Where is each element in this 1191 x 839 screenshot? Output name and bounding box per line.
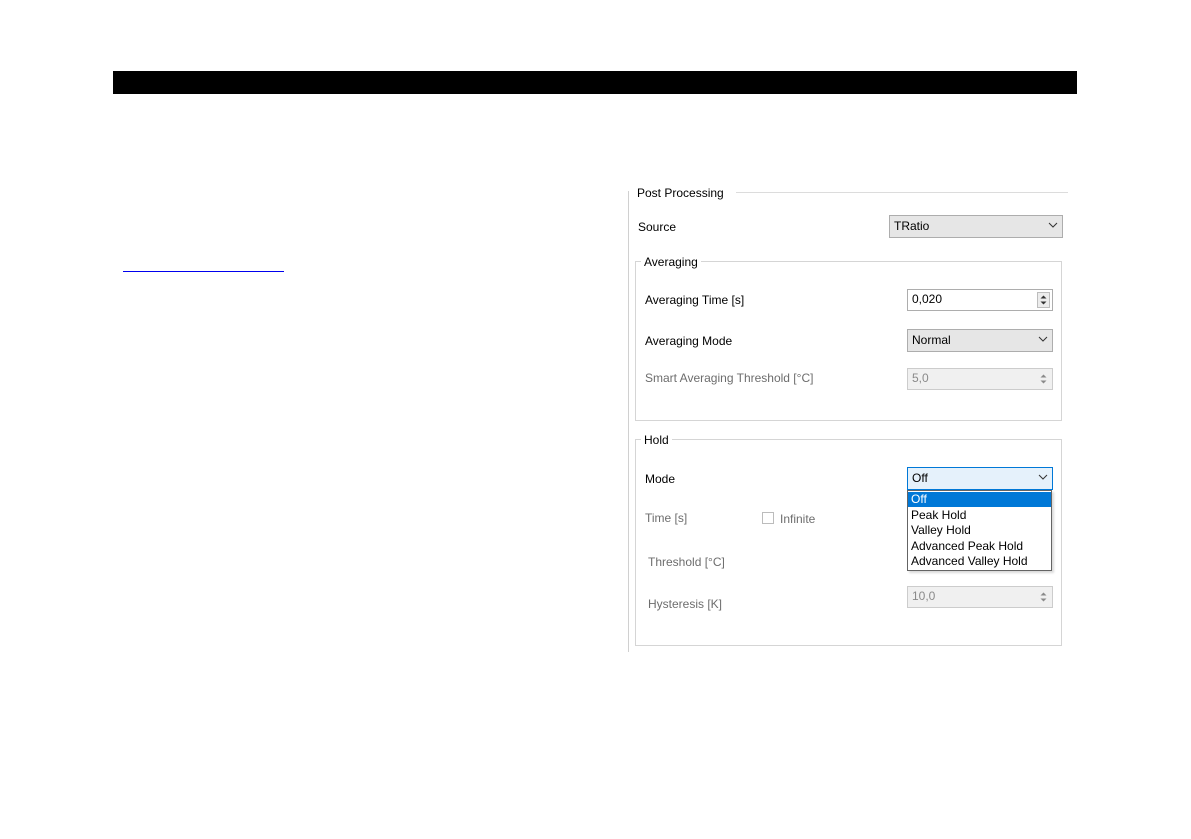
- hold-title: Hold: [641, 433, 672, 447]
- averaging-time-label: Averaging Time [s]: [645, 293, 745, 307]
- hold-mode-label: Mode: [645, 472, 676, 486]
- hysteresis-spinner[interactable]: 10,0: [907, 586, 1053, 608]
- hysteresis-label: Hysteresis [K]: [648, 597, 723, 611]
- dropdown-option-advanced-valley-hold[interactable]: Advanced Valley Hold: [908, 554, 1051, 569]
- hold-mode-dropdown-list: Off Peak Hold Valley Hold Advanced Peak …: [907, 490, 1052, 571]
- post-processing-frame-top: [736, 192, 1068, 193]
- source-combobox[interactable]: TRatio: [889, 215, 1063, 238]
- smart-threshold-value: 5,0: [912, 371, 929, 385]
- averaging-mode-value: Normal: [912, 333, 951, 347]
- chevron-down-icon: [1038, 474, 1048, 480]
- averaging-title: Averaging: [641, 255, 701, 269]
- spin-arrows-icon[interactable]: [1037, 589, 1050, 605]
- spin-arrows-icon[interactable]: [1037, 292, 1050, 308]
- hold-mode-combobox[interactable]: Off: [907, 467, 1053, 490]
- smart-threshold-label: Smart Averaging Threshold [°C]: [645, 371, 814, 385]
- dropdown-option-advanced-peak-hold[interactable]: Advanced Peak Hold: [908, 539, 1051, 554]
- infinite-checkbox[interactable]: [762, 512, 774, 524]
- chevron-down-icon: [1038, 336, 1048, 342]
- averaging-time-spinner[interactable]: 0,020: [907, 289, 1053, 311]
- averaging-mode-combobox[interactable]: Normal: [907, 329, 1053, 352]
- averaging-mode-label: Averaging Mode: [645, 334, 733, 348]
- document-link-underline[interactable]: [123, 271, 284, 272]
- hysteresis-value: 10,0: [912, 589, 936, 603]
- hold-threshold-label: Threshold [°C]: [648, 555, 725, 569]
- dropdown-option-off[interactable]: Off: [908, 492, 1051, 507]
- hold-mode-value: Off: [912, 471, 928, 485]
- post-processing-frame-left: [628, 191, 629, 652]
- chevron-down-icon: [1048, 222, 1058, 228]
- source-label: Source: [638, 220, 677, 234]
- post-processing-title: Post Processing: [637, 186, 724, 200]
- dropdown-option-peak-hold[interactable]: Peak Hold: [908, 508, 1051, 523]
- source-value: TRatio: [894, 219, 930, 233]
- infinite-label: Infinite: [780, 512, 816, 526]
- spin-arrows-icon[interactable]: [1037, 371, 1050, 387]
- smart-threshold-spinner[interactable]: 5,0: [907, 368, 1053, 390]
- hold-time-label: Time [s]: [645, 511, 688, 525]
- page-header-bar: [113, 71, 1077, 94]
- averaging-time-value: 0,020: [912, 292, 943, 306]
- dropdown-option-valley-hold[interactable]: Valley Hold: [908, 523, 1051, 538]
